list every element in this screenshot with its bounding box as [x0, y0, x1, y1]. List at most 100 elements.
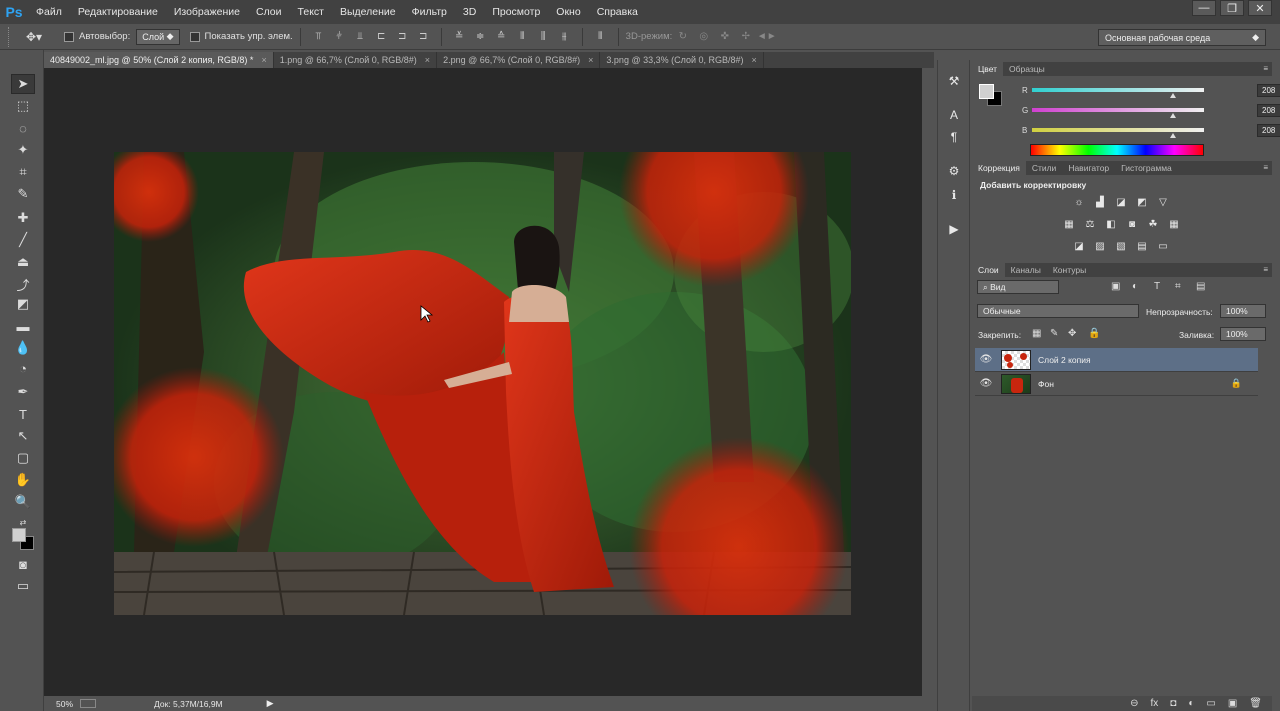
menu-window[interactable]: Окно — [548, 0, 588, 24]
align-bottom-icon[interactable]: ⫫ — [353, 30, 368, 44]
levels-icon[interactable]: ▟ — [1093, 196, 1107, 208]
close-tab-icon[interactable]: × — [752, 52, 757, 68]
color-spectrum-bar[interactable] — [1030, 144, 1204, 156]
link-layers-icon[interactable]: ⊖ — [1130, 698, 1138, 709]
tab-document-main[interactable]: 40849002_ml.jpg @ 50% (Слой 2 копия, RGB… — [44, 52, 274, 68]
restore-button[interactable]: ❐ — [1220, 0, 1244, 16]
fill-input[interactable]: 100% — [1220, 327, 1266, 341]
filter-shape-icon[interactable]: ⌗ — [1175, 281, 1181, 292]
menu-type[interactable]: Текст — [290, 0, 332, 24]
tool-presets-icon[interactable]: ⚒ — [943, 72, 965, 90]
selective-color-icon[interactable]: ▤ — [1135, 240, 1149, 252]
filter-adjustment-icon[interactable]: ◐ — [1132, 281, 1138, 292]
auto-align-icon[interactable]: ⦀ — [593, 30, 608, 44]
eyedropper-tool-icon[interactable]: ✎ — [11, 184, 35, 204]
brightness-contrast-icon[interactable]: ☼ — [1072, 196, 1086, 208]
tab-navigator[interactable]: Навигатор — [1062, 161, 1115, 175]
canvas-area[interactable] — [44, 68, 922, 696]
align-top-icon[interactable]: ⫪ — [311, 30, 326, 44]
panel-menu-icon[interactable]: ≡ — [1263, 263, 1268, 277]
blur-tool-icon[interactable]: 💧 — [11, 338, 35, 358]
menu-select[interactable]: Выделение — [332, 0, 404, 24]
history-brush-tool-icon[interactable]: ⤴ — [11, 274, 35, 294]
lock-paint-icon[interactable]: ✎ — [1050, 328, 1058, 339]
color-lookup-icon[interactable]: ▦ — [1167, 218, 1181, 230]
slider-green[interactable]: G 208 — [1022, 103, 1280, 118]
brush-tool-icon[interactable]: ╱ — [11, 230, 35, 250]
type-tool-icon[interactable]: T — [11, 404, 35, 424]
tab-document-2[interactable]: 2.png @ 66,7% (Слой 0, RGB/8#) × — [437, 52, 601, 68]
status-proof-icon[interactable] — [80, 699, 96, 708]
panel-menu-icon[interactable]: ≡ — [1263, 161, 1268, 175]
channel-mixer-icon[interactable]: ☘ — [1146, 218, 1160, 230]
slider-blue-value[interactable]: 208 — [1257, 123, 1280, 137]
status-menu-arrow-icon[interactable]: ▶ — [267, 698, 274, 709]
menu-layers[interactable]: Слои — [248, 0, 290, 24]
menu-view[interactable]: Просмотр — [484, 0, 548, 24]
menu-file[interactable]: Файл — [28, 0, 70, 24]
vibrance-icon[interactable]: ▽ — [1156, 196, 1170, 208]
close-tab-icon[interactable]: × — [588, 52, 593, 68]
delete-layer-icon[interactable]: 🗑 — [1249, 698, 1262, 709]
tab-channels[interactable]: Каналы — [1005, 263, 1047, 277]
move-tool-preset-icon[interactable]: ✥▾ — [14, 27, 54, 47]
menu-3d[interactable]: 3D — [455, 0, 484, 24]
menu-image[interactable]: Изображение — [166, 0, 248, 24]
3d-pan-icon[interactable]: ✜ — [717, 30, 732, 44]
close-tab-icon[interactable]: × — [425, 52, 430, 68]
workspace-dropdown[interactable]: Основная рабочая среда ◆ — [1098, 29, 1266, 46]
menu-edit[interactable]: Редактирование — [70, 0, 166, 24]
distribute-hcenter-icon[interactable]: ⫼ — [536, 30, 551, 44]
quick-mask-icon[interactable]: ◙ — [11, 554, 35, 574]
distribute-right-icon[interactable]: ⫵ — [557, 30, 572, 44]
layer-name[interactable]: Слой 2 копия — [1038, 355, 1091, 365]
lasso-tool-icon[interactable]: ◌ — [11, 118, 35, 138]
foreground-color-chip[interactable] — [979, 84, 994, 99]
new-adjustment-icon[interactable]: ◐ — [1188, 698, 1194, 709]
screen-mode-icon[interactable]: ▭ — [11, 576, 35, 596]
lock-all-icon[interactable]: 🔒 — [1088, 328, 1100, 339]
blend-mode-dropdown[interactable]: Обычные — [977, 304, 1139, 318]
menu-filter[interactable]: Фильтр — [404, 0, 455, 24]
distribute-vcenter-icon[interactable]: ≑ — [473, 30, 488, 44]
align-left-icon[interactable]: ⊏ — [374, 30, 389, 44]
properties-panel-icon[interactable]: ⚙ — [943, 162, 965, 180]
autoselect-checkbox[interactable] — [64, 31, 74, 42]
threshold-icon[interactable]: ▧ — [1114, 240, 1128, 252]
close-tab-icon[interactable]: × — [261, 52, 266, 68]
actions-panel-icon[interactable]: ▶ — [943, 220, 965, 238]
align-right-icon[interactable]: ⊐ — [416, 30, 431, 44]
minimize-button[interactable]: — — [1192, 0, 1216, 16]
rectangle-tool-icon[interactable]: ▢ — [11, 448, 35, 468]
lock-pixels-icon[interactable]: ▦ — [1032, 328, 1041, 339]
pen-tool-icon[interactable]: ✒ — [11, 382, 35, 402]
slider-green-value[interactable]: 208 — [1257, 103, 1280, 117]
autoselect-dropdown[interactable]: Слой ◆ — [136, 28, 180, 45]
dodge-tool-icon[interactable]: ◔ — [11, 358, 35, 378]
exposure-icon[interactable]: ◩ — [1135, 196, 1149, 208]
visibility-eye-icon[interactable]: 👁 — [975, 354, 997, 365]
zoom-tool-icon[interactable]: 🔍 — [11, 492, 35, 512]
tab-document-1[interactable]: 1.png @ 66,7% (Слой 0, RGB/8#) × — [274, 52, 438, 68]
distribute-top-icon[interactable]: ≚ — [452, 30, 467, 44]
slider-red[interactable]: R 208 — [1022, 83, 1280, 98]
slider-green-track[interactable] — [1032, 108, 1204, 118]
add-mask-icon[interactable]: ◘ — [1170, 698, 1176, 709]
new-layer-icon[interactable]: ▣ — [1228, 698, 1237, 709]
character-panel-icon[interactable]: A — [943, 106, 965, 124]
visibility-eye-icon[interactable]: 👁 — [975, 378, 997, 389]
align-vcenter-icon[interactable]: ⫩ — [332, 30, 347, 44]
panel-menu-icon[interactable]: ≡ — [1263, 62, 1268, 76]
photo-filter-icon[interactable]: ◙ — [1125, 218, 1139, 230]
gradient-tool-icon[interactable]: ▬ — [11, 316, 35, 336]
move-tool-icon[interactable]: ➤ — [11, 74, 35, 94]
hand-tool-icon[interactable]: ✋ — [11, 470, 35, 490]
3d-rotate-icon[interactable]: ↻ — [675, 30, 690, 44]
layer-row[interactable]: 👁 Фон 🔒 — [975, 372, 1258, 396]
tab-styles[interactable]: Стили — [1026, 161, 1063, 175]
filter-smart-object-icon[interactable]: ▤ — [1196, 281, 1205, 292]
opacity-input[interactable]: 100% — [1220, 304, 1266, 318]
tab-document-3[interactable]: 3.png @ 33,3% (Слой 0, RGB/8#) × — [600, 52, 764, 68]
tab-paths[interactable]: Контуры — [1047, 263, 1092, 277]
foreground-color-swatch[interactable] — [12, 528, 26, 542]
